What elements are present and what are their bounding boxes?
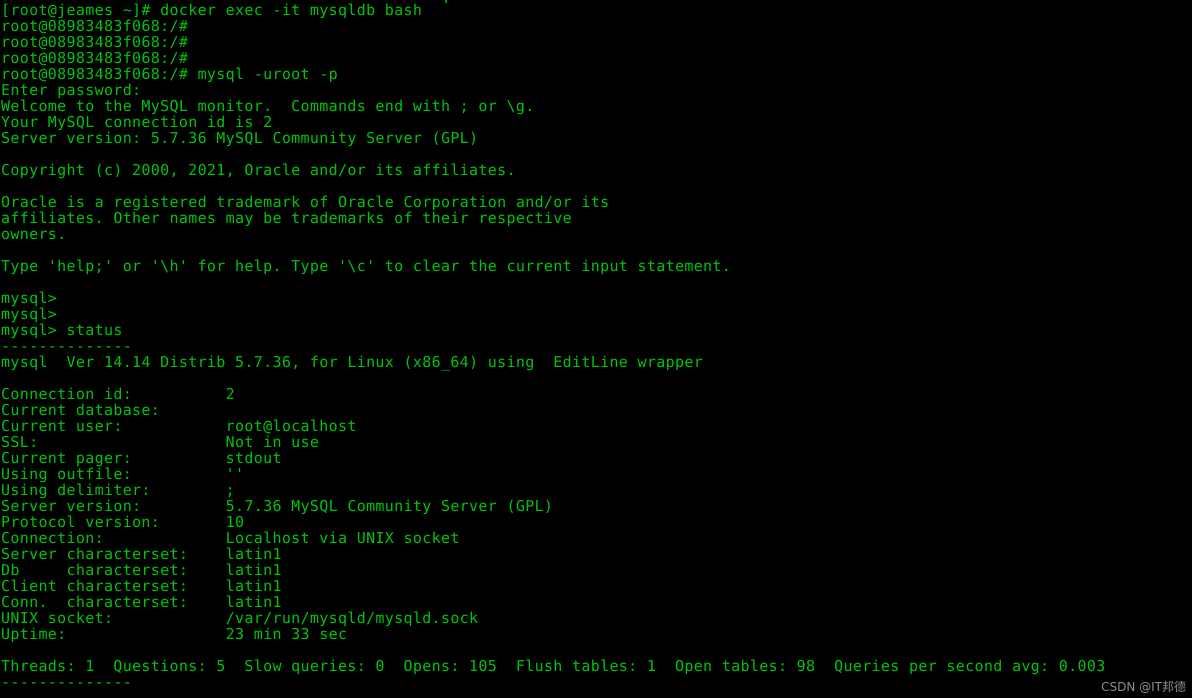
terminal-output: [root@jeames ~]# docker exec -it mysqldb… <box>1 2 1192 698</box>
terminal-line: Conn. characterset: latin1 <box>1 593 282 611</box>
terminal-line: Threads: 1 Questions: 5 Slow queries: 0 … <box>1 657 1106 675</box>
terminal-line: Client characterset: latin1 <box>1 577 282 595</box>
terminal-line: [root@jeames ~]# docker exec -it mysqldb… <box>1 1 423 19</box>
terminal-line: -------------- <box>1 673 133 691</box>
terminal-line: Server version: 5.7.36 MySQL Community S… <box>1 129 479 147</box>
terminal-line: Using delimiter: ; <box>1 481 236 499</box>
terminal-line: Uptime: 23 min 33 sec <box>1 625 348 643</box>
terminal-window[interactable]: [root@jeames ~]# docker exec -it mysqldb… <box>0 0 1192 698</box>
cursor-artifact <box>445 0 447 3</box>
terminal-line: SSL: Not in use <box>1 433 320 451</box>
terminal-line: root@08983483f068:/# <box>1 49 189 67</box>
terminal-line: -------------- <box>1 337 133 355</box>
terminal-line: Server version: 5.7.36 MySQL Community S… <box>1 497 554 515</box>
terminal-line: Type 'help;' or '\h' for help. Type '\c'… <box>1 257 732 275</box>
terminal-line: Current user: root@localhost <box>1 417 357 435</box>
terminal-line: UNIX socket: /var/run/mysqld/mysqld.sock <box>1 609 479 627</box>
terminal-line: mysql Ver 14.14 Distrib 5.7.36, for Linu… <box>1 353 704 371</box>
terminal-line: root@08983483f068:/# <box>1 17 189 35</box>
terminal-line: Copyright (c) 2000, 2021, Oracle and/or … <box>1 161 516 179</box>
watermark-label: CSDN @IT邦德 <box>1101 680 1186 694</box>
terminal-line: Connection: Localhost via UNIX socket <box>1 529 460 547</box>
terminal-line: Current pager: stdout <box>1 449 282 467</box>
terminal-line: Db characterset: latin1 <box>1 561 282 579</box>
terminal-line: Connection id: 2 <box>1 385 236 403</box>
terminal-line: Welcome to the MySQL monitor. Commands e… <box>1 97 535 115</box>
terminal-line: Enter password: <box>1 81 142 99</box>
terminal-line: root@08983483f068:/# mysql -uroot -p <box>1 65 338 83</box>
terminal-line: affiliates. Other names may be trademark… <box>1 209 573 227</box>
terminal-line: Oracle is a registered trademark of Orac… <box>1 193 610 211</box>
terminal-line: mysql> status <box>1 321 123 339</box>
terminal-line: owners. <box>1 225 67 243</box>
terminal-line: Server characterset: latin1 <box>1 545 282 563</box>
terminal-line: Current database: <box>1 401 161 419</box>
terminal-line: mysql> <box>1 289 58 307</box>
terminal-line: Protocol version: 10 <box>1 513 245 531</box>
terminal-line: mysql> <box>1 305 58 323</box>
terminal-line: Your MySQL connection id is 2 <box>1 113 273 131</box>
terminal-line: root@08983483f068:/# <box>1 33 189 51</box>
terminal-line: Using outfile: '' <box>1 465 245 483</box>
